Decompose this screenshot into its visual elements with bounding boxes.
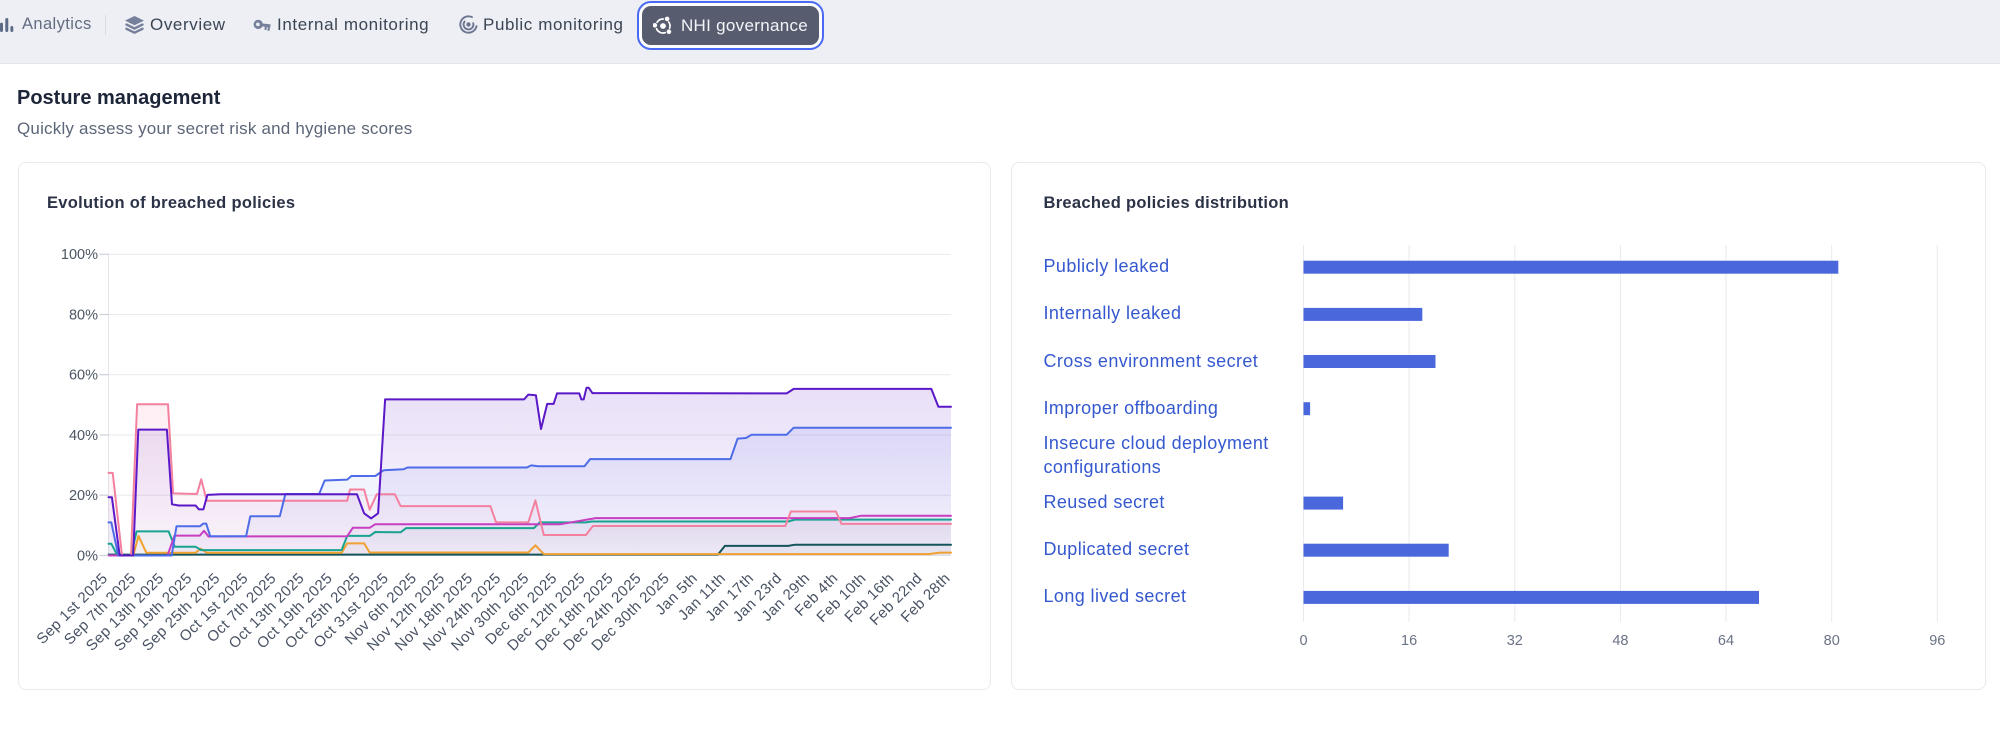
svg-text:40%: 40% [69, 428, 98, 444]
svg-text:64: 64 [1718, 633, 1734, 649]
svg-text:32: 32 [1507, 633, 1523, 649]
svg-text:16: 16 [1401, 633, 1417, 649]
svg-text:96: 96 [1929, 633, 1945, 649]
svg-text:100%: 100% [61, 247, 98, 263]
svg-text:0: 0 [1299, 633, 1307, 649]
svg-text:0%: 0% [77, 549, 98, 565]
svg-text:80%: 80% [69, 308, 98, 324]
svg-text:48: 48 [1612, 633, 1628, 649]
svg-text:80: 80 [1824, 633, 1840, 649]
svg-text:20%: 20% [69, 488, 98, 504]
svg-text:60%: 60% [69, 368, 98, 384]
